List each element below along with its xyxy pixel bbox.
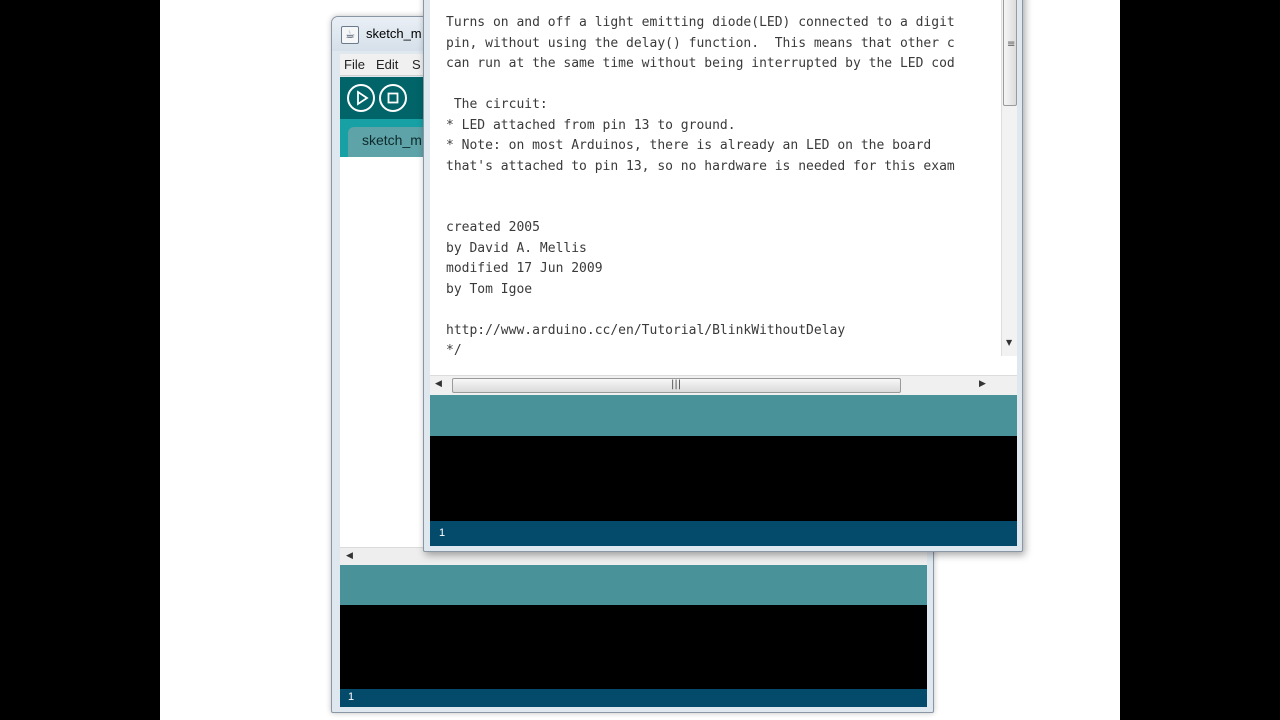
code-line: http://www.arduino.cc/en/Tutorial/BlinkW… <box>446 322 846 338</box>
stop-button[interactable] <box>379 84 407 112</box>
line-number: 1 <box>439 527 446 539</box>
menu-edit[interactable]: Edit <box>376 57 398 72</box>
verify-button[interactable] <box>347 84 375 112</box>
scroll-left-icon[interactable]: ◀ <box>346 551 353 561</box>
code-line: modified 17 Jun 2009 <box>446 261 603 276</box>
window-title: sketch_m <box>366 26 422 41</box>
desktop: ☕ sketch_m File Edit S sketch_m ◀ 1 Turn… <box>160 0 1120 720</box>
menu-sketch[interactable]: S <box>412 57 421 72</box>
menu-file[interactable]: File <box>344 57 365 72</box>
horizontal-scroll-thumb[interactable]: ||| <box>452 378 901 393</box>
java-app-icon: ☕ <box>341 26 359 44</box>
grip-icon: ||| <box>671 379 682 390</box>
console-output <box>430 436 1017 521</box>
horizontal-scrollbar[interactable]: ◀ ||| ▶ <box>430 375 1017 395</box>
line-number: 1 <box>348 691 355 703</box>
status-area <box>430 395 1017 436</box>
code-text[interactable]: Turns on and off a light emitting diode(… <box>446 13 1001 362</box>
vertical-scrollbar[interactable]: ≡ ▼ <box>1001 0 1017 356</box>
code-line: that's attached to pin 13, so no hardwar… <box>446 158 955 174</box>
code-editor[interactable]: Turns on and off a light emitting diode(… <box>430 0 1017 375</box>
vertical-scroll-thumb[interactable]: ≡ <box>1003 0 1017 106</box>
code-line: by David A. Mellis <box>446 240 587 256</box>
scroll-down-icon[interactable]: ▼ <box>1006 338 1012 347</box>
code-line: Turns on and off a light emitting diode(… <box>446 15 955 30</box>
arduino-window-front[interactable]: Turns on and off a light emitting diode(… <box>423 0 1023 552</box>
code-line: by Tom Igoe <box>446 281 533 297</box>
code-line: */ <box>446 343 462 358</box>
scroll-right-icon[interactable]: ▶ <box>979 379 986 389</box>
code-line: can run at the same time without being i… <box>446 56 955 71</box>
play-icon <box>357 90 369 106</box>
console-output <box>340 605 927 689</box>
code-line: * LED attached from pin 13 to ground. <box>446 117 736 133</box>
line-number-bar: 1 <box>340 689 927 707</box>
code-line: The circuit: <box>446 97 548 112</box>
grip-icon: ≡ <box>1007 39 1016 50</box>
stop-icon <box>387 92 399 104</box>
code-line: * Note: on most Arduinos, there is alrea… <box>446 138 932 153</box>
scroll-left-icon[interactable]: ◀ <box>435 379 442 389</box>
status-area <box>340 565 927 605</box>
code-line: pin, without using the delay() function.… <box>446 35 955 51</box>
line-number-bar: 1 <box>430 521 1017 546</box>
code-line: created 2005 <box>446 220 540 235</box>
